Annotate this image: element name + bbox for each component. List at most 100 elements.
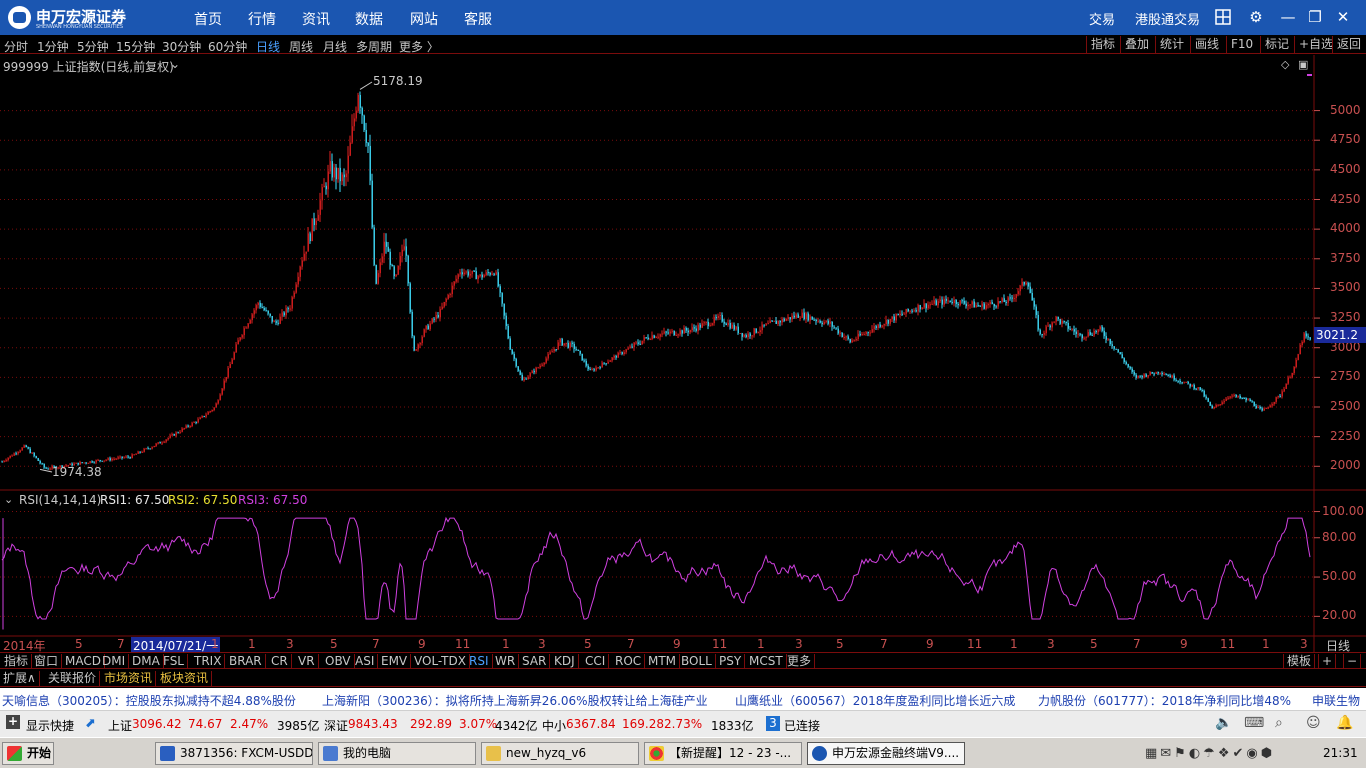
news-item[interactable]: 申联生物 [1312,692,1360,709]
indicator-trix[interactable]: TRIX [191,654,226,669]
indicator-roc[interactable]: ROC [612,654,646,669]
tool-draw[interactable]: 画线 [1190,36,1223,53]
diamond-icon[interactable]: ◇ [1281,58,1289,71]
tool-stats[interactable]: 统计 [1155,36,1188,53]
keyboard-icon[interactable]: ⌨ [1244,715,1264,731]
indicator-kdj[interactable]: KDJ [551,654,579,669]
period-weekly[interactable]: 周线 [289,38,313,55]
indicator-wr[interactable]: WR [492,654,520,669]
indicator-mcst[interactable]: MCST [746,654,787,669]
hk-trade-link[interactable]: 港股通交易 [1135,9,1200,28]
restore-icon[interactable]: ❐ [1305,7,1325,27]
period-30min[interactable]: 30分钟 [162,38,201,55]
indicator-rsi[interactable]: RSI [466,654,493,669]
start-button[interactable]: 开始 [2,742,54,765]
nav-quotes[interactable]: 行情 [248,9,276,29]
tool-mark[interactable]: 标记 [1260,36,1293,53]
tool-overlay[interactable]: 叠加 [1120,36,1153,53]
task-browser[interactable]: 【新提醒】12 - 23 -... [644,742,802,765]
shortcut-toggle[interactable]: 显示快捷 [26,717,74,734]
news-item[interactable]: 力帆股份（601777）：2018年净利同比增48% [1038,692,1291,709]
task-fxcm[interactable]: 3871356: FXCM-USDDe... [155,742,313,765]
indicator-brar[interactable]: BRAR [226,654,266,669]
sz-index-name[interactable]: 深证 [324,717,348,734]
rsi-panel-icon[interactable]: ⌄ [4,493,13,506]
remove-pane-button[interactable]: − [1343,654,1362,669]
close-icon[interactable]: ✕ [1333,7,1353,27]
tool-add-watchlist[interactable]: +自选 [1294,36,1337,53]
indicator-obv[interactable]: OBV [322,654,355,669]
sh-index-name[interactable]: 上证 [108,717,132,734]
period-monthly[interactable]: 月线 [323,38,347,55]
news-item[interactable]: 上海新阳（300236）：拟将所持上海新昇26.06%股权转让给上海硅产业 [322,692,708,709]
indicator-fsl[interactable]: FSL [160,654,188,669]
period-more[interactable]: 更多 〉 [399,38,439,55]
indicator-boll[interactable]: BOLL [678,654,716,669]
user-icon[interactable]: ☺ [1306,715,1321,731]
candle-body [169,435,171,438]
nav-home[interactable]: 首页 [194,9,222,29]
indicator-cci[interactable]: CCI [582,654,610,669]
tab-sector-news[interactable]: 板块资讯 [157,671,213,686]
news-item[interactable]: 天喻信息（300205）：控股股东拟减持不超4.88%股份 [2,692,296,709]
indicator-vr[interactable]: VR [295,654,319,669]
grid-layout-icon[interactable] [1213,7,1233,27]
candle-body [495,272,497,275]
indicator-asi[interactable]: ASI [352,654,379,669]
indicator-vol-tdx[interactable]: VOL-TDX [411,654,470,669]
tool-f10[interactable]: F10 [1226,36,1257,53]
chart-canvas[interactable] [0,55,1366,652]
minimize-icon[interactable]: — [1278,7,1298,27]
task-terminal[interactable]: 申万宏源金融终端V9.... [807,742,965,765]
period-60min[interactable]: 60分钟 [208,38,247,55]
zx-index-name[interactable]: 中小 [542,717,566,734]
tab-related-quotes[interactable]: 关联报价 [45,671,101,686]
tab-market-news[interactable]: 市场资讯 [101,671,157,686]
task-my-computer[interactable]: 我的电脑 [318,742,476,765]
period-1min[interactable]: 1分钟 [37,38,69,55]
bell-icon[interactable]: 🔔 [1336,715,1353,731]
nav-website[interactable]: 网站 [410,9,438,29]
rsi-tick-label: 100.00 [1322,503,1364,518]
indicator-dmi[interactable]: DMI [99,654,130,669]
period-15min[interactable]: 15分钟 [116,38,155,55]
windows-taskbar: 开始 3871356: FXCM-USDDe... 我的电脑 new_hyzq_… [0,737,1366,768]
indicator-emv[interactable]: EMV [378,654,412,669]
candle-body [471,270,473,274]
search-icon[interactable]: ⌕ [1275,715,1283,731]
nav-service[interactable]: 客服 [464,9,492,29]
candle-body [337,167,339,180]
indicator--[interactable]: 更多 [784,654,816,669]
chart-title-dropdown-icon[interactable]: ⌄ [170,57,180,71]
add-pane-button[interactable]: + [1318,654,1337,669]
indicator-mtm[interactable]: MTM [645,654,681,669]
nav-data[interactable]: 数据 [355,9,383,29]
panel-icon[interactable]: ▣ [1298,58,1308,71]
indicator-dma[interactable]: DMA [129,654,164,669]
trade-link[interactable]: 交易 [1089,9,1115,28]
period-5min[interactable]: 5分钟 [77,38,109,55]
news-item[interactable]: 山鹰纸业（600567）2018年度盈利同比增长近六成 [735,692,1015,709]
indicator--[interactable]: 指标 [1,654,33,669]
speaker-icon[interactable]: 🔈 [1215,715,1232,731]
period-daily[interactable]: 日线 [256,38,280,55]
tool-indicator[interactable]: 指标 [1086,36,1119,53]
indicator-psy[interactable]: PSY [716,654,746,669]
time-tick-label: 9 [926,637,934,651]
tab-expand[interactable]: 扩展∧ [0,671,40,686]
indicator--[interactable]: 窗口 [31,654,63,669]
gear-icon[interactable]: ⚙ [1246,7,1266,27]
period-fenshi[interactable]: 分时 [4,38,28,55]
task-folder[interactable]: new_hyzq_v6 [481,742,639,765]
connection-status[interactable]: 已连接 [784,717,820,734]
period-multi[interactable]: 多周期 [356,38,392,55]
template-button[interactable]: 模板 [1283,654,1316,669]
indicator-cr[interactable]: CR [268,654,292,669]
nav-news[interactable]: 资讯 [302,9,330,29]
indicator-sar[interactable]: SAR [519,654,551,669]
candle-body [307,233,309,252]
tool-back[interactable]: 返回 [1332,36,1365,53]
candle-body [1255,405,1257,409]
tray-icons[interactable]: ▦✉⚑◐☂❖✔◉⬢ [1145,746,1275,761]
plus-icon[interactable]: + [6,715,20,729]
